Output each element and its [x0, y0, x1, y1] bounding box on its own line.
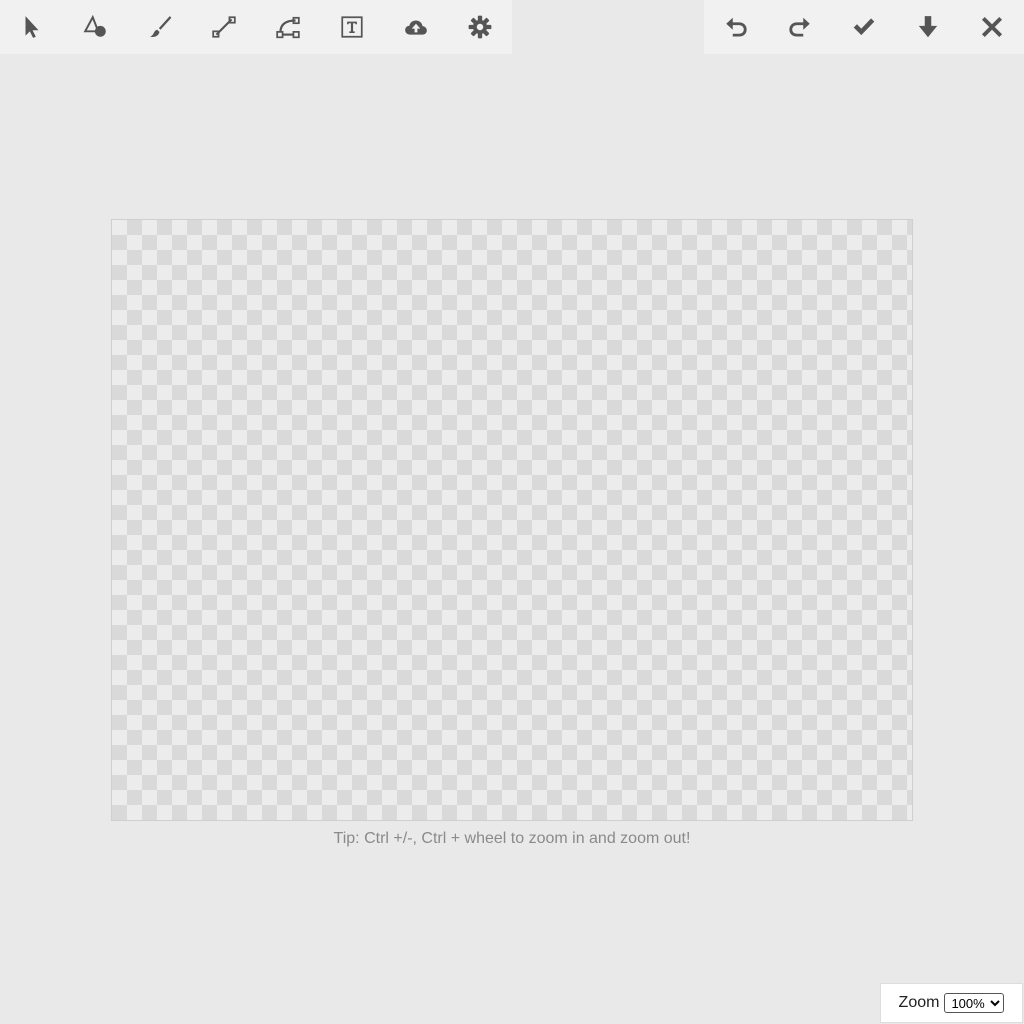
zoom-label: Zoom [898, 994, 940, 1011]
text-icon [341, 16, 363, 38]
close-button[interactable] [960, 0, 1024, 54]
brush-icon [150, 16, 172, 38]
zoom-select[interactable]: 100% [944, 993, 1005, 1013]
line-icon [212, 16, 236, 38]
settings-button[interactable] [448, 0, 512, 54]
drawing-canvas[interactable] [111, 219, 913, 821]
shapes-tool-button[interactable] [64, 0, 128, 54]
text-tool-button[interactable] [320, 0, 384, 54]
action-tools-group [704, 0, 1024, 54]
checkmark-icon [853, 18, 875, 36]
undo-icon [726, 17, 747, 37]
upload-button[interactable] [384, 0, 448, 54]
redo-button[interactable] [768, 0, 832, 54]
select-tool-button[interactable] [0, 0, 64, 54]
pointer-icon [25, 16, 39, 38]
zoom-control: Zoom 100% [880, 983, 1023, 1023]
drawing-tools-group [0, 0, 512, 54]
close-icon [981, 16, 1003, 38]
line-tool-button[interactable] [192, 0, 256, 54]
brush-tool-button[interactable] [128, 0, 192, 54]
zoom-tip: Tip: Ctrl +/-, Ctrl + wheel to zoom in a… [333, 830, 691, 847]
curve-tool-button[interactable] [256, 0, 320, 54]
gear-icon [468, 15, 492, 39]
bezier-curve-icon [276, 16, 300, 39]
redo-icon [789, 17, 810, 37]
apply-button[interactable] [832, 0, 896, 54]
undo-button[interactable] [704, 0, 768, 54]
download-button[interactable] [896, 0, 960, 54]
shapes-icon [83, 14, 106, 37]
cloud-upload-icon [405, 20, 427, 35]
toolbar [0, 0, 1024, 54]
download-arrow-icon [918, 16, 938, 38]
